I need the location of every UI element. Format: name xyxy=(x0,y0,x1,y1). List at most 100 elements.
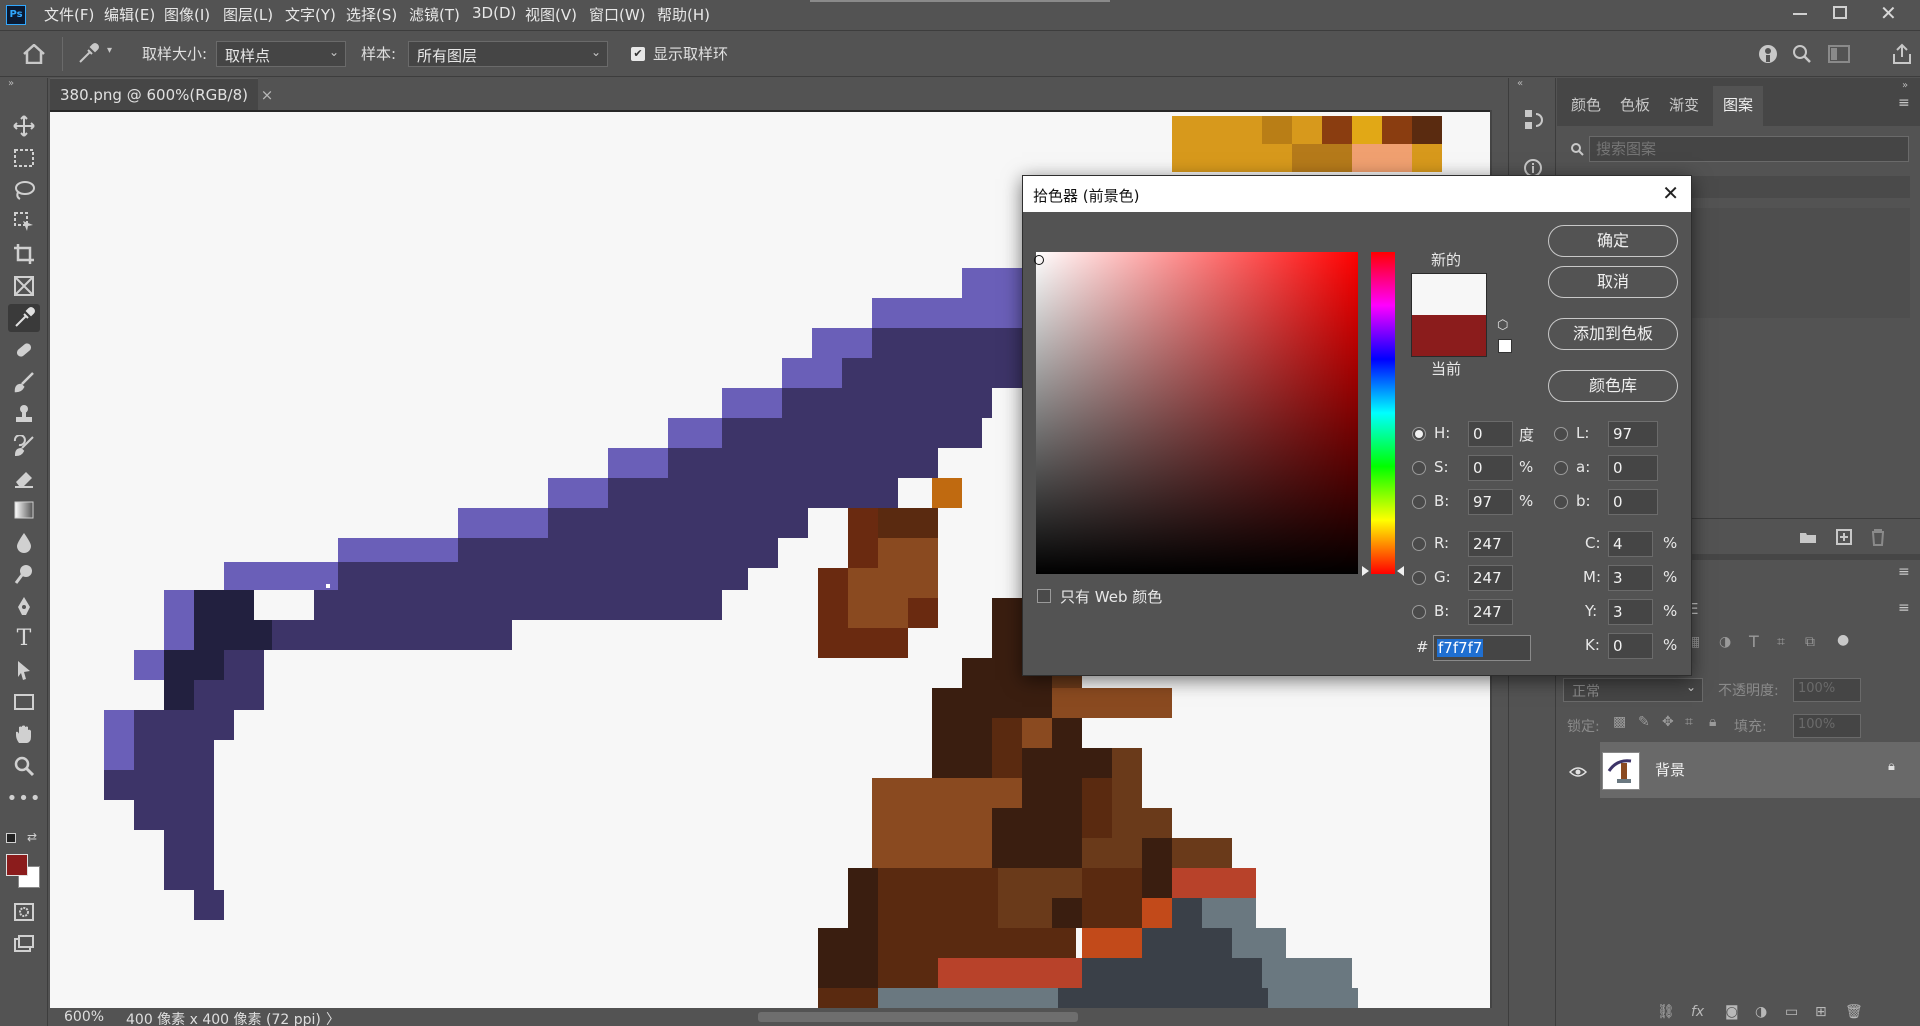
menu-file[interactable]: 文件(F) xyxy=(44,4,94,25)
eyedropper-tool-icon[interactable] xyxy=(76,42,100,66)
zoom-tool-icon[interactable] xyxy=(8,752,40,780)
cube-icon[interactable]: ⬡ xyxy=(1497,318,1508,333)
menu-select[interactable]: 选择(S) xyxy=(346,4,397,25)
expand-panels-icon[interactable]: « xyxy=(1517,78,1523,89)
show-ring-checkbox[interactable]: ✔ xyxy=(631,47,645,61)
color-field[interactable] xyxy=(1036,252,1358,574)
h-radio[interactable] xyxy=(1412,427,1426,441)
blue-field[interactable]: 247 xyxy=(1468,599,1513,625)
cloud-user-icon[interactable] xyxy=(1757,43,1779,65)
lab-b-field[interactable]: 0 xyxy=(1608,489,1658,515)
opacity-field[interactable]: 100% xyxy=(1793,678,1861,702)
tab-color[interactable]: 颜色 xyxy=(1571,94,1601,115)
filter-toggle-icon[interactable]: ● xyxy=(1837,632,1849,648)
share-icon[interactable] xyxy=(1892,43,1912,65)
path-selection-icon[interactable] xyxy=(8,656,40,684)
eyedropper-icon[interactable] xyxy=(8,304,40,332)
delete-layer-icon[interactable]: 🗑︎ xyxy=(1845,1004,1863,1020)
rectangle-tool-icon[interactable] xyxy=(8,688,40,716)
eraser-tool-icon[interactable] xyxy=(8,464,40,492)
adjustment-layer-icon[interactable]: ◑ xyxy=(1755,1004,1767,1020)
status-menu-arrow[interactable]: 〉 xyxy=(326,1009,340,1026)
stamp-tool-icon[interactable] xyxy=(8,400,40,428)
screen-mode-icon[interactable] xyxy=(8,930,40,958)
s-field[interactable]: 0 xyxy=(1468,455,1513,481)
panel-menu-icon[interactable]: ≡ xyxy=(1898,564,1910,580)
s-radio[interactable] xyxy=(1412,461,1426,475)
new-layer-icon[interactable]: ⊞ xyxy=(1815,1004,1827,1020)
layer-style-icon[interactable]: fx xyxy=(1691,1004,1704,1020)
cancel-button[interactable]: 取消 xyxy=(1548,266,1678,298)
l-radio[interactable] xyxy=(1554,427,1568,441)
filter-shape-icon[interactable]: ⌗ xyxy=(1777,634,1785,650)
brush-tool-icon[interactable] xyxy=(8,368,40,396)
blend-mode-dropdown[interactable]: 正常 ⌄ xyxy=(1563,678,1703,702)
lab-b-radio[interactable] xyxy=(1554,495,1568,509)
menu-filter[interactable]: 滤镜(T) xyxy=(409,4,460,25)
foreground-color-swatch[interactable] xyxy=(6,854,28,876)
healing-brush-icon[interactable] xyxy=(8,336,40,364)
type-tool-icon[interactable]: T xyxy=(8,624,40,652)
collapse-toolbar-icon[interactable]: » xyxy=(8,78,14,89)
crop-tool-icon[interactable] xyxy=(8,240,40,268)
chevron-down-icon[interactable]: ▾ xyxy=(107,45,112,56)
link-layers-icon[interactable]: ⛓︎ xyxy=(1657,1004,1675,1020)
c-field[interactable]: 4 xyxy=(1608,531,1653,557)
web-colors-checkbox[interactable] xyxy=(1037,589,1051,603)
color-field-picker[interactable] xyxy=(1034,255,1044,265)
panel-menu-icon[interactable]: ≡ xyxy=(1898,95,1910,111)
h-field[interactable]: 0 xyxy=(1468,421,1513,447)
gradient-tool-icon[interactable] xyxy=(8,496,40,524)
hex-field[interactable]: f7f7f7 xyxy=(1433,635,1531,661)
menu-type[interactable]: 文字(Y) xyxy=(285,4,336,25)
move-tool-icon[interactable] xyxy=(8,112,40,140)
minimize-button[interactable] xyxy=(1793,13,1807,15)
a-radio[interactable] xyxy=(1554,461,1568,475)
swap-colors-icon[interactable]: ⇄ xyxy=(27,830,37,844)
document-tab[interactable]: 380.png @ 600%(RGB/8) × xyxy=(50,78,273,110)
b-field[interactable]: 97 xyxy=(1468,489,1513,515)
tab-swatches[interactable]: 色板 xyxy=(1620,94,1650,115)
layer-row-background[interactable]: 背景 🔒︎ xyxy=(1600,742,1920,798)
layer-name[interactable]: 背景 xyxy=(1655,759,1685,780)
sample-size-dropdown[interactable]: 取样点 ⌄ xyxy=(216,41,346,67)
lock-all-icon[interactable]: 🔒︎ xyxy=(1709,714,1716,730)
l-field[interactable]: 97 xyxy=(1608,421,1658,447)
close-window-button[interactable]: ✕ xyxy=(1880,1,1897,25)
more-tools-icon[interactable]: ••• xyxy=(7,784,41,812)
history-panel-icon[interactable] xyxy=(1523,108,1543,134)
k-field[interactable]: 0 xyxy=(1608,633,1653,659)
blue-radio[interactable] xyxy=(1412,605,1426,619)
menu-image[interactable]: 图像(I) xyxy=(164,4,210,25)
menu-3d[interactable]: 3D(D) xyxy=(472,4,516,22)
m-field[interactable]: 3 xyxy=(1608,565,1653,591)
lock-transparent-icon[interactable]: ▩ xyxy=(1613,714,1626,730)
restore-button[interactable] xyxy=(1833,6,1847,19)
hue-slider-left-handle[interactable] xyxy=(1362,566,1369,576)
lock-paint-icon[interactable]: ✎ xyxy=(1638,714,1650,730)
current-color-swatch[interactable] xyxy=(1411,315,1487,357)
search-icon[interactable] xyxy=(1792,44,1812,64)
a-field[interactable]: 0 xyxy=(1608,455,1658,481)
lock-artboard-icon[interactable]: ⌗ xyxy=(1685,714,1693,730)
zoom-level[interactable]: 600% xyxy=(64,1009,104,1025)
menu-edit[interactable]: 编辑(E) xyxy=(104,4,155,25)
visibility-eye-icon[interactable] xyxy=(1569,766,1587,778)
tab-patterns[interactable]: 图案 xyxy=(1713,86,1763,126)
g-radio[interactable] xyxy=(1412,571,1426,585)
home-icon[interactable] xyxy=(22,44,46,64)
default-colors-icon[interactable] xyxy=(6,833,16,843)
marquee-tool-icon[interactable] xyxy=(8,144,40,172)
dodge-tool-icon[interactable] xyxy=(8,560,40,588)
menu-layer[interactable]: 图层(L) xyxy=(223,4,273,25)
color-libraries-button[interactable]: 颜色库 xyxy=(1548,370,1678,402)
new-pattern-icon[interactable] xyxy=(1836,529,1852,545)
filter-type-icon[interactable]: T xyxy=(1749,632,1759,651)
menu-window[interactable]: 窗口(W) xyxy=(589,4,646,25)
lasso-tool-icon[interactable] xyxy=(8,176,40,204)
object-selection-tool-icon[interactable] xyxy=(8,208,40,236)
lock-position-icon[interactable]: ✥ xyxy=(1662,714,1674,730)
history-brush-icon[interactable] xyxy=(8,432,40,460)
sample-dropdown[interactable]: 所有图层 ⌄ xyxy=(408,41,608,67)
close-dialog-button[interactable]: ✕ xyxy=(1662,181,1679,205)
